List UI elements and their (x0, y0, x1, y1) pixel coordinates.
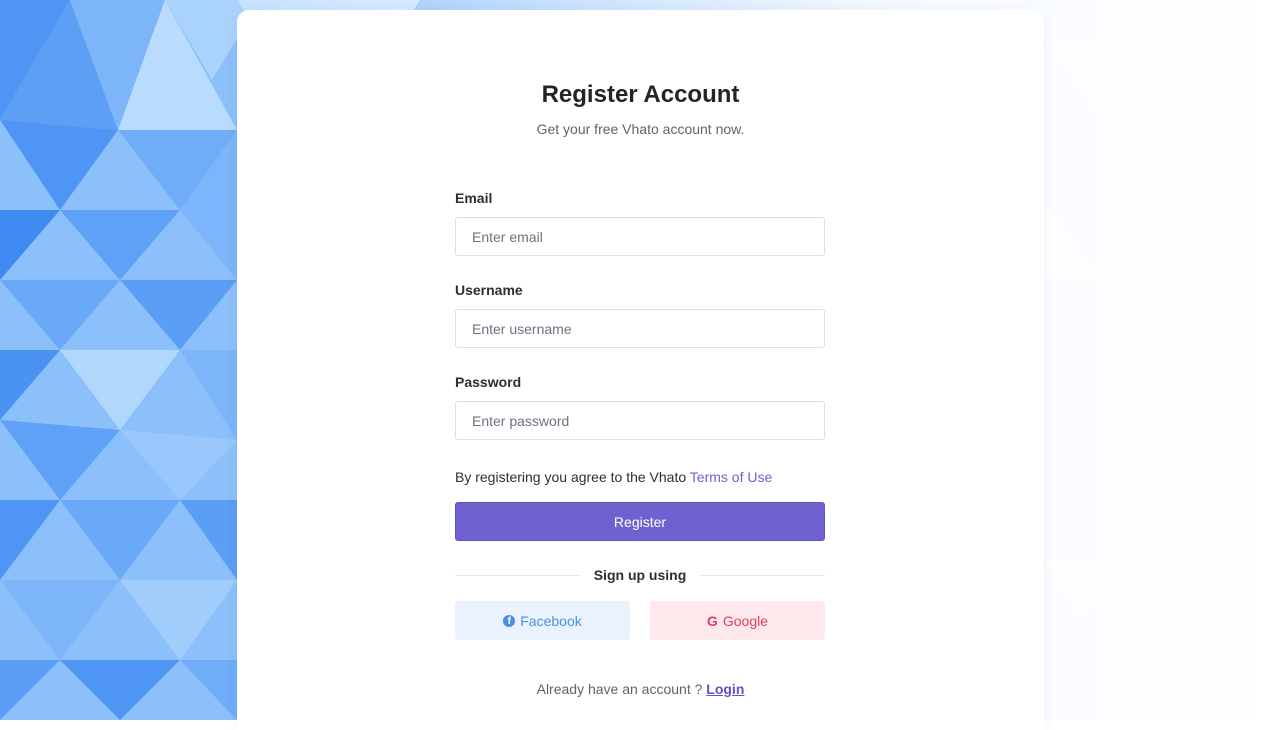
username-label: Username (455, 282, 523, 298)
facebook-label: Facebook (520, 612, 582, 629)
page-subtitle: Get your free Vhato account now. (536, 121, 745, 137)
login-prompt-text: Already have an account ? (536, 681, 707, 697)
terms-of-use-link[interactable]: Terms of Use (690, 469, 772, 485)
google-button[interactable]: G Google (650, 601, 825, 640)
terms-prefix: By registering you agree to the Vhato (455, 469, 690, 485)
login-prompt: Already have an account ? Login (237, 681, 1044, 697)
facebook-icon: f (503, 614, 516, 627)
google-label: Google (722, 612, 769, 629)
sign-up-divider: Sign up using (455, 565, 825, 585)
facebook-button[interactable]: f Facebook (455, 601, 630, 640)
google-icon: G (706, 612, 718, 629)
social-buttons: f Facebook G Google (455, 601, 825, 640)
page-title: Register Account (541, 81, 740, 108)
email-label: Email (455, 190, 493, 206)
password-field[interactable] (455, 401, 825, 440)
divider-label: Sign up using (579, 567, 701, 583)
terms-text: By registering you agree to the Vhato Te… (455, 467, 825, 487)
password-label: Password (455, 374, 522, 390)
email-field[interactable] (455, 217, 825, 256)
username-field[interactable] (455, 309, 825, 348)
login-link[interactable]: Login (706, 681, 744, 697)
register-button[interactable]: Register (455, 502, 825, 541)
register-form: Email Username Password By registering y… (455, 188, 825, 640)
register-card: Register Account Get your free Vhato acc… (237, 10, 1044, 730)
